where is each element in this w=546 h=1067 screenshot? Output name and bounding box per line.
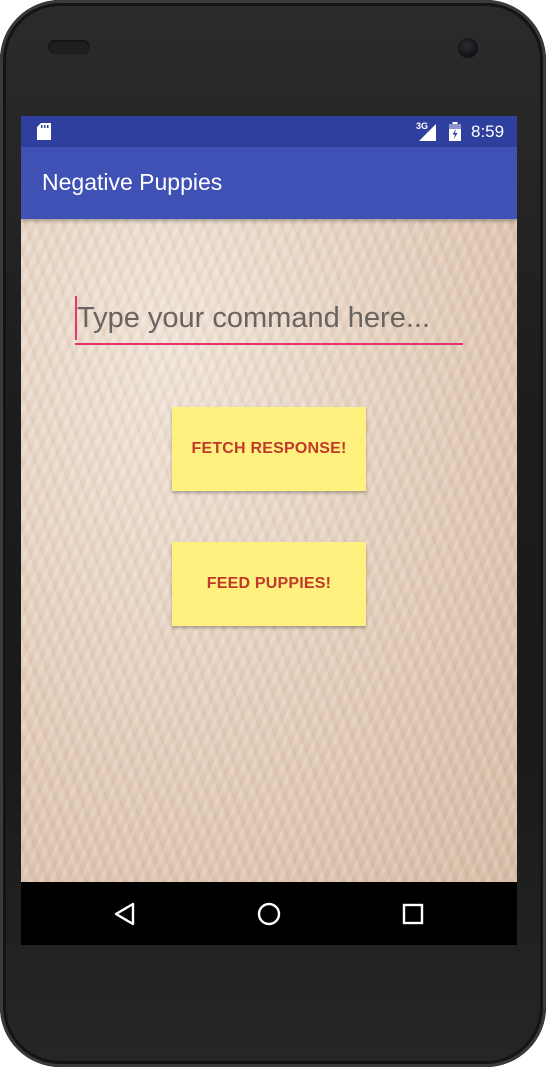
- main-content: FETCH RESPONSE! FEED PUPPIES!: [21, 219, 517, 882]
- command-input[interactable]: [77, 297, 461, 339]
- screen: 3G 8:59 Negative Puppies FETCH RESPONSE!…: [21, 116, 517, 945]
- home-icon[interactable]: [254, 899, 284, 929]
- front-camera: [458, 38, 478, 58]
- speaker-grille: [48, 40, 90, 54]
- status-clock: 8:59: [471, 122, 505, 141]
- back-icon[interactable]: [110, 899, 140, 929]
- status-bar: 3G 8:59: [21, 116, 517, 147]
- navigation-bar: [21, 882, 517, 945]
- command-field[interactable]: [75, 293, 463, 345]
- recent-apps-icon[interactable]: [398, 899, 428, 929]
- feed-puppies-button[interactable]: FEED PUPPIES!: [172, 542, 366, 626]
- app-toolbar: Negative Puppies: [21, 147, 517, 219]
- signal-icon: [419, 124, 436, 141]
- app-title: Negative Puppies: [42, 169, 223, 195]
- fetch-response-button[interactable]: FETCH RESPONSE!: [172, 407, 366, 491]
- phone-device-frame: 3G 8:59 Negative Puppies FETCH RESPONSE!…: [0, 0, 546, 1067]
- sd-card-icon: [37, 123, 51, 140]
- battery-icon: [449, 122, 461, 141]
